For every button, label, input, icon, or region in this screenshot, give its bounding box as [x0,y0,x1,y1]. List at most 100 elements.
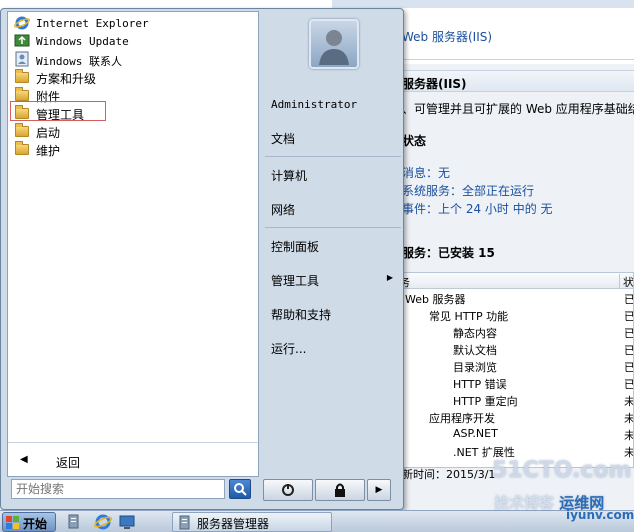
back-label: 返回 [56,456,81,470]
taskbar-server-manager-button[interactable]: 服务器管理器 [172,512,332,532]
role-status-title: 状态 [402,134,427,148]
program-item[interactable]: Windows Update [12,32,256,50]
role-service-name: 应用程序开发 [429,412,495,425]
role-service-name: ASP.NET [453,427,498,440]
search-button[interactable] [229,479,251,499]
desktop: { "programs": [ {"label": "Internet Expl… [0,0,634,532]
folder-icon [14,123,30,139]
shutdown-options-button[interactable]: ▶ [367,479,391,501]
role-service-name: 默认文档 [453,344,497,357]
role-service-name: 静态内容 [453,327,497,340]
start-button[interactable]: 开始 [2,512,56,532]
table-row[interactable]: 常见 HTTP 功能 已 [393,307,634,324]
lock-button[interactable] [315,479,365,501]
search-box[interactable] [11,479,225,499]
back-button[interactable]: ◀ 返回 [12,452,256,472]
start-label: 开始 [23,517,48,531]
table-row[interactable]: ASP.NET 未 [393,426,634,443]
table-row[interactable]: 目录浏览 已 [393,358,633,375]
role-header-title: 服务器(IIS) [402,77,467,91]
messages-link[interactable]: 消息：无 [402,164,450,181]
program-item[interactable]: Windows 联系人 [12,50,256,68]
program-label: 维护 [36,144,61,158]
role-service-status: 已 [624,293,634,306]
user-avatar[interactable] [309,19,359,69]
watermark-blog: 技术博客 [494,494,555,512]
role-services-table: 务 状 Web 服务器已常见 HTTP 功能已静态内容已默认文档已目录浏览已 HT… [392,272,634,468]
search-input[interactable] [12,480,224,498]
taskbar: 开始 服务器管理器 [0,510,634,532]
events-link[interactable]: 事件：上个 24 小时 中的 无 [402,200,553,217]
internet-explorer-icon [13,15,31,31]
role-service-status: 已 [624,327,634,340]
run-label: 运行... [271,342,307,356]
places-pane: Administrator 文档 计算机 网络 控制面板 管理工具 ▶ 帮助和支持… [261,9,403,509]
taskbar-task-label: 服务器管理器 [197,517,270,531]
user-name-link[interactable]: Administrator [271,97,399,115]
divider [8,442,258,443]
column-header-status[interactable]: 状 [619,274,633,289]
divider [265,156,401,157]
control-panel-item[interactable]: 控制面板 [271,237,399,255]
role-services-title: 服务：已安装 15 [402,246,495,260]
show-desktop-icon[interactable] [118,513,136,531]
user-icon [319,30,349,65]
role-service-status: 未 [624,429,634,442]
program-label: Internet Explorer [36,17,149,30]
role-service-status: 未 [624,395,634,408]
program-item[interactable]: Internet Explorer [12,14,256,32]
table-row[interactable]: 默认文档 已 [393,341,634,358]
lock-icon [335,483,345,497]
program-item[interactable]: 维护 [12,140,256,158]
table-row[interactable]: HTTP 重定向 未 [393,392,634,409]
start-menu: Internet Explorer Windows Update Windows 联… [0,8,404,510]
program-item[interactable]: 启动 [12,122,256,140]
table-row[interactable]: 应用程序开发 未 [393,409,634,426]
internet-explorer-quicklaunch-icon[interactable] [93,513,113,531]
power-button[interactable] [263,479,313,501]
program-label: 启动 [36,126,61,140]
computer-label: 计算机 [271,169,308,183]
system-services-link[interactable]: 系统服务：全部正在运行 [402,182,534,199]
windows-logo-icon [6,516,19,529]
network-label: 网络 [271,203,296,217]
title-bar [332,0,634,8]
user-name-label: Administrator [271,98,358,111]
folder-icon [14,69,30,85]
help-label: 帮助和支持 [271,308,332,322]
role-description: 、可管理并且可扩展的 Web 应用程序基础结 [402,102,634,116]
run-item[interactable]: 运行... [271,339,399,357]
role-service-status: 已 [624,378,634,391]
role-service-status: 已 [624,344,634,357]
documents-label: 文档 [271,132,296,146]
table-row[interactable]: HTTP 错误 已 [393,375,634,392]
table-row[interactable]: 静态内容 已 [393,324,634,341]
submenu-arrow-icon: ▶ [386,273,393,282]
documents-item[interactable]: 文档 [271,129,399,147]
role-service-name: HTTP 重定向 [453,395,518,408]
programs-pane: Internet Explorer Windows Update Windows 联… [7,11,259,477]
role-service-name: Web 服务器 [405,293,466,306]
role-service-name: 目录浏览 [453,361,497,374]
divider [265,227,401,228]
windows-update-icon [14,33,30,49]
role-service-status: 未 [624,412,634,425]
back-arrow-icon: ◀ [20,454,28,465]
folder-icon [14,141,30,157]
server-manager-quicklaunch-icon[interactable] [66,513,84,531]
admin-tools-item[interactable]: 管理工具 ▶ [271,271,399,289]
chevron-right-icon: ▶ [375,485,383,495]
role-service-name: 常见 HTTP 功能 [429,310,509,323]
role-service-status: 已 [624,310,634,323]
selection-highlight [10,101,106,121]
program-item[interactable]: 方案和升级 [12,68,256,86]
admin-tools-label: 管理工具 [271,274,320,288]
web-server-role-link[interactable]: Web 服务器(IIS) [402,28,492,45]
program-label: 方案和升级 [36,72,97,86]
network-item[interactable]: 网络 [271,200,399,218]
table-row[interactable]: Web 服务器 已 [393,290,634,307]
computer-item[interactable]: 计算机 [271,166,399,184]
table-header: 务 状 [393,273,633,289]
help-item[interactable]: 帮助和支持 [271,305,399,323]
program-label: Windows Update [36,35,129,48]
